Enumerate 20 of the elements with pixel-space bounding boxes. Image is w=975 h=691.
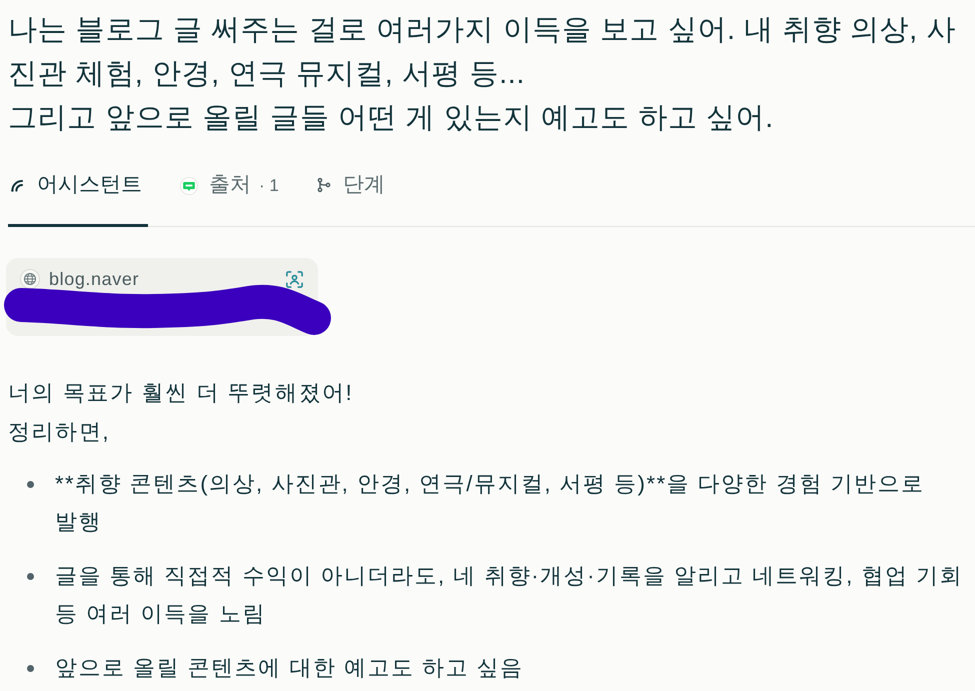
list-item-text: **취향 콘텐츠(의상, 사진관, 안경, 연극/뮤지컬, 서평 등)**을 다양한 경험 기반으로 발행 [55, 470, 926, 536]
tab[interactable]: 단계 [316, 168, 385, 226]
query-text: 그리고 앞으로 올릴 글들 어떤 게 있는지 예고도 하고 싶어. [8, 101, 775, 136]
source-domain: blog.naver [49, 269, 140, 289]
bullet-icon [27, 481, 34, 488]
list-item-text: 앞으로 올릴 콘텐츠에 대한 예고도 하고 싶음 [55, 654, 525, 682]
bullet-icon [27, 573, 34, 580]
answer-text: 정리하면, [8, 418, 112, 446]
list-item-text: 글을 통해 직접적 수익이 아니더라도, 네 취향·개성·기록을 알리고 네트워킹, 협업 기회 등 여러 이득을 노림 [55, 562, 964, 628]
speech-bubble-icon [180, 177, 198, 195]
source-count: · 1 [259, 175, 279, 197]
branch-icon [316, 177, 332, 193]
arcs-icon [10, 177, 26, 193]
tab[interactable]: 어시스턴트 [8, 168, 148, 226]
answer-text: 너의 목표가 훨씬 더 뚜렷해졌어! [8, 379, 354, 407]
tab[interactable]: 출처 · 1 [180, 168, 279, 226]
person-frame-icon [285, 270, 304, 288]
globe-icon [20, 269, 40, 289]
bullet-icon [27, 665, 34, 672]
query-text: 나는 블로그 글 써주는 걸로 여러가지 이득을 보고 싶어. 내 취향 의상, 사진관 체험, 안경, 연극 뮤지컬, 서평 등... [8, 13, 957, 92]
